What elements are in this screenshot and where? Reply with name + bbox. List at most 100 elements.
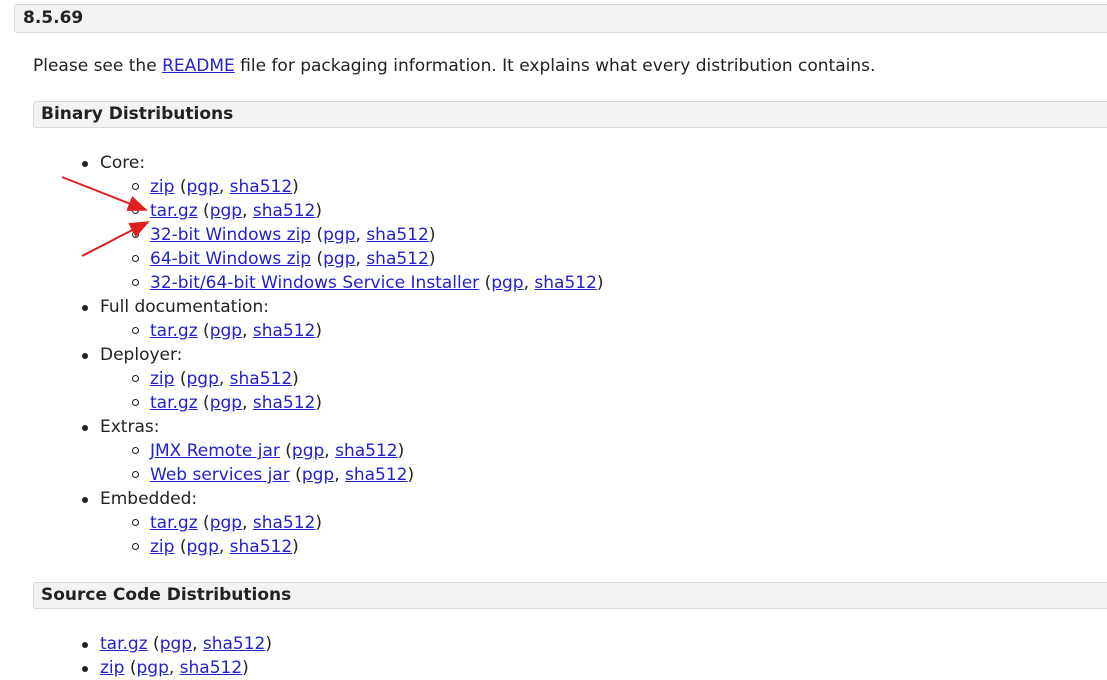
download-link[interactable]: 32-bit/64-bit Windows Service Installer	[150, 273, 479, 293]
pgp-link[interactable]: pgp	[186, 537, 218, 557]
sha512-link[interactable]: sha512	[253, 393, 316, 413]
source-item: tar.gz (pgp, sha512)	[82, 632, 272, 656]
sha512-link[interactable]: sha512	[366, 249, 429, 269]
sha512-link[interactable]: sha512	[230, 537, 293, 557]
sha512-link[interactable]: sha512	[230, 369, 293, 389]
sha512-link[interactable]: sha512	[335, 441, 398, 461]
list-item: tar.gz (pgp, sha512)	[132, 391, 604, 415]
pgp-link[interactable]: pgp	[186, 369, 218, 389]
list-item: Web services jar (pgp, sha512)	[132, 463, 604, 487]
distribution-group: Embedded: tar.gz (pgp, sha512) zip (pgp, s…	[82, 487, 604, 559]
download-link[interactable]: zip	[150, 369, 174, 389]
paren-close: )	[397, 441, 405, 461]
comma: ,	[355, 225, 367, 245]
group-label: Full documentation:	[100, 297, 269, 317]
comma: ,	[355, 249, 367, 269]
paren-close: )	[292, 177, 299, 197]
distribution-group: Extras: JMX Remote jar (pgp, sha512) Web s…	[82, 415, 604, 487]
hollow-bullet-icon	[132, 231, 139, 238]
source-item: zip (pgp, sha512)	[82, 656, 272, 680]
paren-open: (	[174, 537, 187, 557]
paren-open: (	[124, 658, 137, 678]
paren-close: )	[428, 225, 436, 245]
pgp-link[interactable]: pgp	[210, 201, 242, 221]
paren-open: (	[311, 225, 324, 245]
sha512-link[interactable]: sha512	[180, 658, 243, 678]
bullet-icon	[82, 642, 88, 648]
comma: ,	[242, 513, 253, 533]
paren-close: )	[315, 201, 323, 221]
paren-open: (	[311, 249, 324, 269]
download-link[interactable]: zip	[150, 537, 174, 557]
pgp-link[interactable]: pgp	[210, 393, 242, 413]
source-distributions-header: Source Code Distributions	[33, 582, 1107, 609]
paren-close: )	[407, 465, 415, 485]
hollow-bullet-icon	[132, 183, 139, 190]
bullet-icon	[82, 666, 88, 672]
hollow-bullet-icon	[132, 327, 139, 334]
bullet-icon	[82, 497, 88, 503]
comma: ,	[168, 658, 180, 678]
paren-close: )	[315, 321, 323, 341]
pgp-link[interactable]: pgp	[302, 465, 334, 485]
group-label: Deployer:	[100, 345, 183, 365]
download-link[interactable]: tar.gz	[150, 201, 198, 221]
group-items: zip (pgp, sha512) tar.gz (pgp, sha512) 32-…	[100, 175, 604, 295]
pgp-link[interactable]: pgp	[323, 225, 355, 245]
hollow-bullet-icon	[132, 399, 139, 406]
download-link[interactable]: 32-bit Windows zip	[150, 225, 311, 245]
hollow-bullet-icon	[132, 207, 139, 214]
sha512-link[interactable]: sha512	[253, 321, 316, 341]
download-link[interactable]: 64-bit Windows zip	[150, 249, 311, 269]
pgp-link[interactable]: pgp	[491, 273, 523, 293]
download-link[interactable]: tar.gz	[150, 513, 198, 533]
paren-open: (	[147, 634, 160, 654]
hollow-bullet-icon	[132, 255, 139, 262]
distribution-group: Core: zip (pgp, sha512) tar.gz (pgp, sha51…	[82, 151, 604, 295]
pgp-link[interactable]: pgp	[210, 321, 242, 341]
binary-distributions-title: Binary Distributions	[41, 104, 234, 124]
paren-close: )	[428, 249, 436, 269]
download-link[interactable]: tar.gz	[150, 321, 198, 341]
group-items: tar.gz (pgp, sha512) zip (pgp, sha512)	[100, 511, 604, 559]
download-link[interactable]: tar.gz	[100, 634, 148, 654]
comma: ,	[523, 273, 535, 293]
pgp-link[interactable]: pgp	[160, 634, 192, 654]
list-item: tar.gz (pgp, sha512)	[132, 319, 604, 343]
paren-open: (	[279, 441, 292, 461]
pgp-link[interactable]: pgp	[292, 441, 324, 461]
download-link[interactable]: tar.gz	[150, 393, 198, 413]
distribution-group: Deployer: zip (pgp, sha512) tar.gz (pgp, s…	[82, 343, 604, 415]
sha512-link[interactable]: sha512	[366, 225, 429, 245]
pgp-link[interactable]: pgp	[186, 177, 218, 197]
paren-open: (	[197, 513, 210, 533]
version-header: 8.5.69	[14, 4, 1107, 33]
pgp-link[interactable]: pgp	[210, 513, 242, 533]
binary-distributions-header: Binary Distributions	[33, 101, 1107, 128]
source-distributions-list: tar.gz (pgp, sha512) zip (pgp, sha512)	[82, 632, 272, 680]
download-link[interactable]: JMX Remote jar	[150, 441, 280, 461]
pgp-link[interactable]: pgp	[323, 249, 355, 269]
intro-after: file for packaging information. It expla…	[234, 56, 876, 76]
bullet-icon	[82, 305, 88, 311]
sha512-link[interactable]: sha512	[345, 465, 408, 485]
paren-open: (	[174, 177, 187, 197]
download-link[interactable]: Web services jar	[150, 465, 290, 485]
download-link[interactable]: zip	[150, 177, 174, 197]
sha512-link[interactable]: sha512	[253, 513, 316, 533]
paren-close: )	[315, 513, 323, 533]
sha512-link[interactable]: sha512	[253, 201, 316, 221]
sha512-link[interactable]: sha512	[534, 273, 597, 293]
comma: ,	[218, 369, 230, 389]
hollow-bullet-icon	[132, 375, 139, 382]
bullet-icon	[82, 353, 88, 359]
readme-link[interactable]: README	[162, 56, 235, 76]
paren-open: (	[197, 201, 210, 221]
list-item: 64-bit Windows zip (pgp, sha512)	[132, 247, 604, 271]
sha512-link[interactable]: sha512	[203, 634, 266, 654]
download-link[interactable]: zip	[100, 658, 124, 678]
intro-before: Please see the	[33, 56, 163, 76]
sha512-link[interactable]: sha512	[230, 177, 293, 197]
bullet-icon	[82, 161, 88, 167]
pgp-link[interactable]: pgp	[136, 658, 168, 678]
